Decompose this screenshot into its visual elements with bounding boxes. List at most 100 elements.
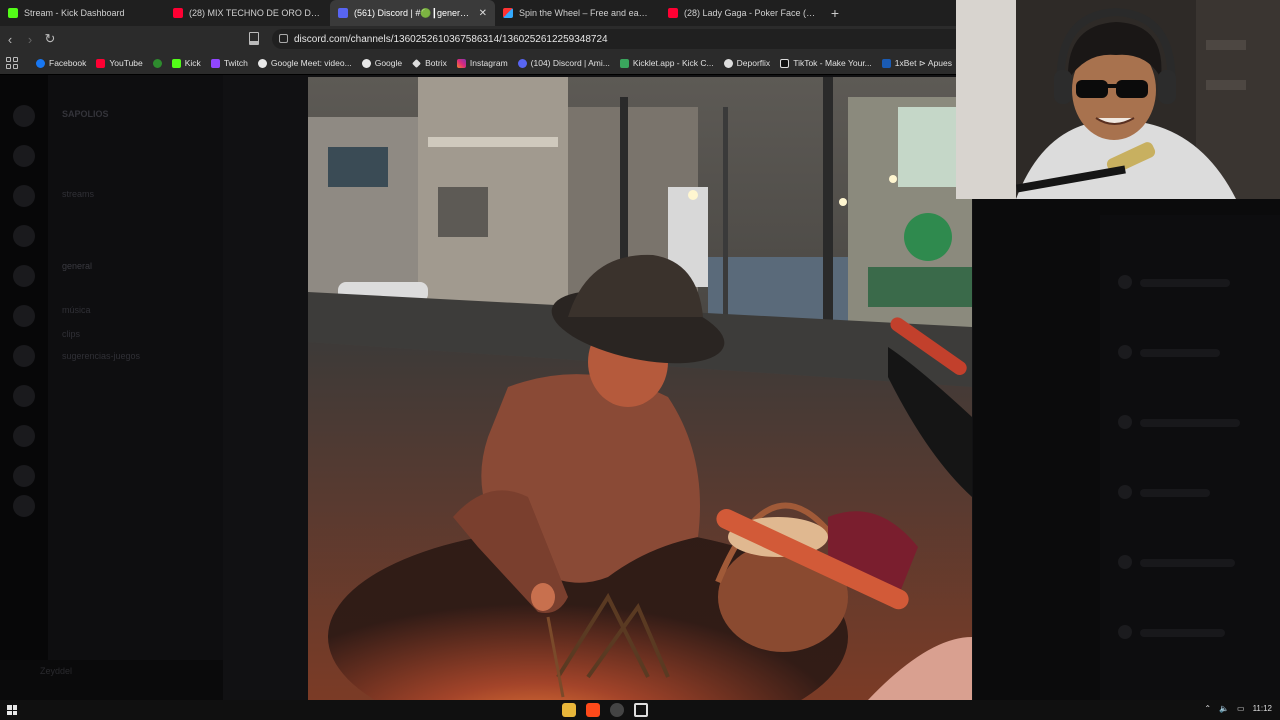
network-icon[interactable]: ▭	[1237, 704, 1245, 713]
windows-start-icon[interactable]	[7, 705, 17, 715]
bookmark-kick[interactable]: Kick	[171, 58, 201, 68]
tab-label: (28) MIX TECHNO DE ORO DE 80's &	[189, 8, 322, 18]
server-icon[interactable]	[13, 185, 35, 207]
avatar[interactable]	[1118, 345, 1132, 359]
enlarged-photo[interactable]	[308, 77, 972, 700]
brave-browser-icon[interactable]	[586, 703, 600, 717]
obs-icon[interactable]	[610, 703, 624, 717]
google-icon	[361, 58, 371, 68]
new-tab-button[interactable]: +	[825, 5, 845, 21]
reload-icon[interactable]: ↻	[40, 31, 60, 47]
tab-discord[interactable]: (561) Discord | #🟢┃general | S ✕	[330, 0, 495, 26]
kick-icon	[8, 8, 18, 18]
channel-sugerencias[interactable]: sugerencias-juegos	[62, 351, 140, 361]
channel-clips[interactable]: clips	[62, 329, 80, 339]
url-text: discord.com/channels/1360252610367586314…	[294, 33, 608, 45]
discord-icon	[338, 8, 348, 18]
file-explorer-icon[interactable]	[562, 703, 576, 717]
badge-icon	[152, 58, 162, 68]
member-name[interactable]	[1140, 629, 1225, 637]
member-name[interactable]	[1140, 349, 1220, 357]
apps-grid-icon[interactable]	[6, 57, 18, 69]
bookmark-twitch[interactable]: Twitch	[210, 58, 248, 68]
channel-general[interactable]: general	[62, 261, 92, 271]
member-name[interactable]	[1140, 279, 1230, 287]
avatar[interactable]	[1118, 625, 1132, 639]
server-name[interactable]: SAPOLIOS	[62, 109, 109, 119]
instagram-icon	[456, 58, 466, 68]
streamer-webcam	[956, 0, 1280, 199]
username[interactable]: Zeyddel	[40, 666, 72, 676]
bookmark-kicklet[interactable]: Kicklet.app - Kick C...	[619, 58, 714, 68]
channel-streams[interactable]: streams	[62, 189, 94, 199]
close-tab-icon[interactable]: ✕	[479, 8, 487, 19]
discord-icon	[517, 58, 527, 68]
bookmark-icon[interactable]	[249, 32, 259, 45]
youtube-icon	[96, 58, 106, 68]
webcam-person	[956, 0, 1280, 199]
bookmark-61[interactable]	[152, 58, 162, 68]
gear-icon	[723, 58, 733, 68]
member-name[interactable]	[1140, 419, 1240, 427]
bookmark-tiktok[interactable]: TikTok - Make Your...	[780, 58, 872, 68]
site-info-icon[interactable]	[279, 34, 288, 43]
avatar[interactable]	[1118, 555, 1132, 569]
channel-list: SAPOLIOS streams general música clips su…	[48, 75, 223, 700]
tab-youtube-mix[interactable]: (28) MIX TECHNO DE ORO DE 80's &	[165, 0, 330, 26]
server-icon[interactable]	[13, 305, 35, 327]
tab-label: (28) Lady Gaga - Poker Face (Official	[684, 8, 817, 18]
server-rail	[0, 75, 48, 700]
tab-label: Spin the Wheel – Free and easy-to-u	[519, 8, 652, 18]
bookmark-instagram[interactable]: Instagram	[456, 58, 508, 68]
forward-icon[interactable]: ›	[20, 32, 40, 47]
server-icon[interactable]	[13, 265, 35, 287]
bookmark-youtube[interactable]: YouTube	[96, 58, 143, 68]
chevron-up-icon[interactable]: ⌃	[1204, 704, 1211, 713]
member-name[interactable]	[1140, 559, 1235, 567]
tiktok-icon	[780, 58, 790, 68]
twitch-icon	[210, 58, 220, 68]
botrix-icon	[412, 58, 422, 68]
photo-boy-campfire	[308, 77, 972, 700]
bookmark-discord[interactable]: (104) Discord | Ami...	[517, 58, 610, 68]
server-icon[interactable]	[13, 105, 35, 127]
1xbet-icon	[881, 58, 891, 68]
avatar[interactable]	[1118, 485, 1132, 499]
member-list	[1100, 215, 1280, 700]
bookmark-google[interactable]: Google	[361, 58, 402, 68]
tab-label: (561) Discord | #🟢┃general | S	[354, 7, 473, 18]
tab-spin-wheel[interactable]: Spin the Wheel – Free and easy-to-u	[495, 0, 660, 26]
volume-icon[interactable]: 🔈	[1219, 704, 1229, 713]
url-field[interactable]: discord.com/channels/1360252610367586314…	[272, 29, 972, 49]
channel-musica[interactable]: música	[62, 305, 91, 315]
server-icon[interactable]	[13, 465, 35, 487]
member-name[interactable]	[1140, 489, 1210, 497]
server-icon[interactable]	[13, 385, 35, 407]
youtube-icon	[173, 8, 183, 18]
wheel-icon	[503, 8, 513, 18]
google-icon	[257, 58, 267, 68]
app-icon[interactable]	[634, 703, 648, 717]
back-icon[interactable]: ‹	[0, 32, 20, 47]
kick-icon	[171, 58, 181, 68]
server-icon[interactable]	[13, 145, 35, 167]
bookmark-facebook[interactable]: Facebook	[36, 58, 86, 68]
taskbar: ⌃ 🔈 ▭ 11:12	[0, 700, 1280, 720]
server-icon[interactable]	[13, 495, 35, 517]
tab-youtube-ladygaga[interactable]: (28) Lady Gaga - Poker Face (Official	[660, 0, 825, 26]
avatar[interactable]	[1118, 275, 1132, 289]
clock[interactable]: 11:12	[1253, 704, 1272, 713]
server-icon[interactable]	[13, 225, 35, 247]
bookmark-botrix[interactable]: Botrix	[412, 58, 447, 68]
kicklet-icon	[619, 58, 629, 68]
tab-kick-dashboard[interactable]: Stream - Kick Dashboard	[0, 0, 165, 26]
server-icon[interactable]	[13, 425, 35, 447]
bookmark-google-meet[interactable]: Google Meet: video...	[257, 58, 352, 68]
avatar[interactable]	[1118, 415, 1132, 429]
tab-label: Stream - Kick Dashboard	[24, 8, 125, 18]
bookmark-deporflix[interactable]: Deporflix	[723, 58, 770, 68]
bookmark-1xbet[interactable]: 1xBet ⊳ Apues	[881, 58, 952, 69]
server-icon[interactable]	[13, 345, 35, 367]
facebook-icon	[36, 58, 45, 68]
system-tray: ⌃ 🔈 ▭ 11:12	[1204, 704, 1272, 713]
